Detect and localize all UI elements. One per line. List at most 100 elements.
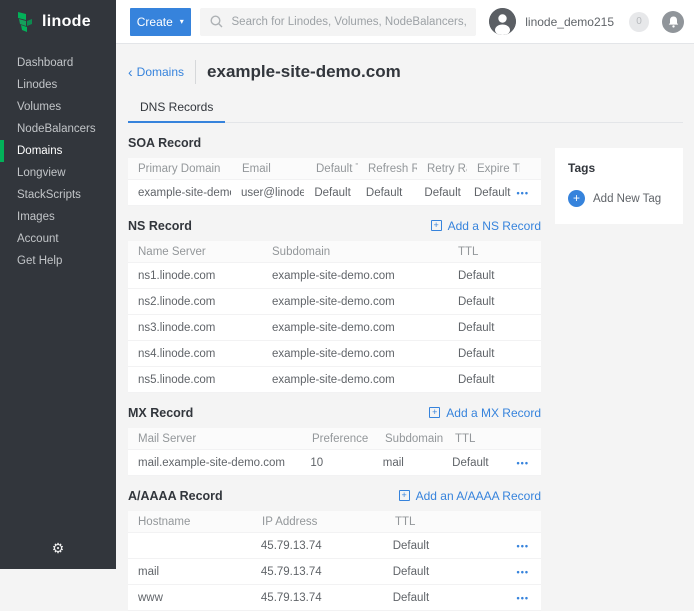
sidebar-item-account[interactable]: Account: [0, 228, 116, 250]
cell-ttl: Default: [383, 592, 517, 604]
cell-retry-rate: Default: [414, 187, 464, 199]
sidebar-item-linodes[interactable]: Linodes: [0, 74, 116, 96]
brand-name: linode: [42, 13, 91, 31]
cell-mail-server: mail.example-site-demo.com: [128, 457, 300, 469]
column-header: Preference: [302, 433, 375, 445]
mx-record-table: Mail Server Preference Subdomain TTL mai…: [128, 428, 541, 476]
add-a-aaaa-record-button[interactable]: + Add an A/AAAA Record: [399, 489, 541, 503]
sidebar: linode Dashboard Linodes Volumes NodeBal…: [0, 0, 116, 569]
add-a-aaaa-record-label: Add an A/AAAA Record: [416, 489, 541, 503]
linode-logo-icon: [15, 11, 35, 33]
username[interactable]: linode_demo215: [525, 15, 614, 29]
row-actions-ellipsis-icon[interactable]: •••: [517, 541, 541, 551]
cell-refresh-rate: Default: [356, 187, 414, 199]
column-header: Primary Domain: [128, 163, 232, 175]
breadcrumb-divider: [195, 60, 196, 84]
cell-ttl: Default: [448, 348, 541, 360]
breadcrumb-back-link[interactable]: ‹ Domains: [128, 65, 184, 79]
cell-ip-address: 45.79.13.74: [251, 566, 383, 578]
cell-name-server: ns1.linode.com: [128, 270, 262, 282]
column-header: Refresh Rate: [358, 163, 417, 175]
tags-panel: Tags + Add New Tag: [555, 148, 683, 224]
sidebar-item-volumes[interactable]: Volumes: [0, 96, 116, 118]
tags-panel-title: Tags: [568, 161, 670, 175]
create-button-label: Create: [137, 15, 173, 29]
table-header-row: Hostname IP Address TTL: [128, 511, 541, 533]
create-button[interactable]: Create ▾: [130, 8, 191, 36]
tab-bar: DNS Records: [128, 94, 683, 123]
avatar[interactable]: [489, 8, 516, 35]
cell-subdomain: example-site-demo.com: [262, 374, 448, 386]
top-header: Create ▾ linode_demo215 0: [116, 0, 694, 44]
table-row: mail 45.79.13.74 Default •••: [128, 559, 541, 585]
global-search[interactable]: [200, 8, 477, 36]
notification-count-badge[interactable]: 0: [629, 12, 649, 32]
column-header: Default TTL: [306, 163, 358, 175]
ns-section-title: NS Record: [128, 219, 192, 233]
soa-record-table: Primary Domain Email Default TTL Refresh…: [128, 158, 541, 206]
cell-name-server: ns2.linode.com: [128, 296, 262, 308]
cell-ttl: Default: [383, 540, 517, 552]
table-row: ns5.linode.com example-site-demo.com Def…: [128, 367, 541, 393]
linode-logo[interactable]: linode: [0, 0, 116, 44]
cell-subdomain: example-site-demo.com: [262, 322, 448, 334]
sidebar-item-domains[interactable]: Domains: [0, 140, 116, 162]
cell-subdomain: example-site-demo.com: [262, 348, 448, 360]
notifications-bell-button[interactable]: [662, 11, 684, 33]
column-header: Name Server: [128, 246, 262, 258]
tags-column: Tags + Add New Tag: [555, 123, 683, 611]
add-ns-record-button[interactable]: + Add a NS Record: [431, 219, 541, 233]
row-actions-ellipsis-icon[interactable]: •••: [517, 567, 541, 577]
sidebar-nav: Dashboard Linodes Volumes NodeBalancers …: [0, 52, 116, 272]
cell-subdomain: example-site-demo.com: [262, 270, 448, 282]
column-header: IP Address: [252, 516, 385, 528]
table-row: www 45.79.13.74 Default •••: [128, 585, 541, 611]
column-header: Subdomain: [262, 246, 448, 258]
cell-hostname: mail: [128, 566, 251, 578]
tab-dns-records[interactable]: DNS Records: [128, 94, 225, 123]
main-content: ‹ Domains example-site-demo.com DNS Reco…: [116, 44, 694, 569]
table-row: ns2.linode.com example-site-demo.com Def…: [128, 289, 541, 315]
settings-gear-icon[interactable]: ⚙: [0, 540, 116, 557]
cell-ttl: Default: [448, 270, 541, 282]
row-actions-ellipsis-icon[interactable]: •••: [517, 188, 541, 198]
sidebar-item-stackscripts[interactable]: StackScripts: [0, 184, 116, 206]
cell-ttl: Default: [383, 566, 517, 578]
cell-subdomain: example-site-demo.com: [262, 296, 448, 308]
breadcrumb-back-label: Domains: [137, 65, 184, 79]
breadcrumb: ‹ Domains example-site-demo.com: [128, 59, 683, 85]
sidebar-item-get-help[interactable]: Get Help: [0, 250, 116, 272]
row-actions-ellipsis-icon[interactable]: •••: [517, 593, 541, 603]
table-row: ns3.linode.com example-site-demo.com Def…: [128, 315, 541, 341]
page-title: example-site-demo.com: [207, 62, 401, 82]
sidebar-item-dashboard[interactable]: Dashboard: [0, 52, 116, 74]
column-header: Subdomain: [375, 433, 445, 445]
plus-square-icon: +: [431, 220, 442, 231]
row-actions-ellipsis-icon[interactable]: •••: [517, 458, 541, 468]
column-header: TTL: [385, 516, 520, 528]
column-header: Email: [232, 163, 306, 175]
add-mx-record-button[interactable]: + Add a MX Record: [429, 406, 541, 420]
chevron-left-icon: ‹: [128, 65, 133, 79]
column-header: TTL: [448, 246, 541, 258]
table-row: mail.example-site-demo.com 10 mail Defau…: [128, 450, 541, 476]
search-icon: [210, 15, 223, 28]
sidebar-item-nodebalancers[interactable]: NodeBalancers: [0, 118, 116, 140]
a-aaaa-record-table: Hostname IP Address TTL 45.79.13.74 Defa…: [128, 511, 541, 611]
cell-name-server: ns3.linode.com: [128, 322, 262, 334]
column-header: Retry Rate: [417, 163, 467, 175]
sidebar-item-images[interactable]: Images: [0, 206, 116, 228]
sidebar-item-longview[interactable]: Longview: [0, 162, 116, 184]
add-mx-record-label: Add a MX Record: [446, 406, 541, 420]
search-input[interactable]: [232, 16, 467, 28]
cell-ttl: Default: [448, 322, 541, 334]
table-header-row: Name Server Subdomain TTL: [128, 241, 541, 263]
user-area: linode_demo215 0: [489, 8, 684, 35]
cell-ttl: Default: [448, 374, 541, 386]
cell-primary-domain: example-site-demo.com: [128, 187, 231, 199]
chevron-down-icon: ▾: [180, 18, 184, 26]
cell-default-ttl: Default: [304, 187, 356, 199]
add-new-tag-button[interactable]: + Add New Tag: [568, 190, 670, 207]
column-header: Mail Server: [128, 433, 302, 445]
column-header: Hostname: [128, 516, 252, 528]
